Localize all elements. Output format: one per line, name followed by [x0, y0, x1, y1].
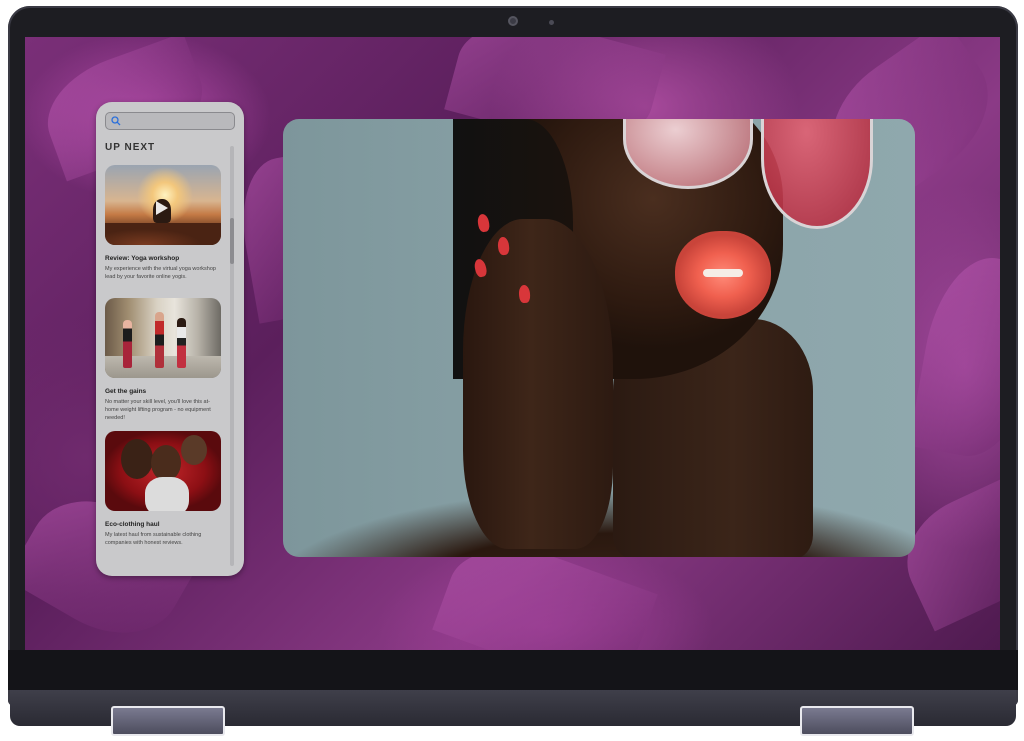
item-title[interactable]: Get the gains	[105, 388, 221, 395]
list-item[interactable]: Eco-clothing haul My latest haul from su…	[105, 431, 221, 547]
play-icon[interactable]	[156, 201, 168, 215]
thumbnail-detail	[105, 223, 221, 245]
item-title[interactable]: Review: Yoga workshop	[105, 255, 221, 262]
thumbnail-detail	[151, 445, 181, 481]
item-description: My latest haul from sustainable clothing…	[105, 532, 202, 546]
thumbnail-detail	[123, 320, 132, 368]
up-next-heading: UP NEXT	[105, 142, 156, 153]
hinge-right	[800, 706, 914, 736]
item-description: No matter your skill level, you'll love …	[105, 399, 211, 421]
thumbnail-detail	[177, 318, 186, 368]
thumbnail-detail	[155, 312, 164, 368]
search-icon	[111, 116, 121, 126]
search-input[interactable]	[105, 112, 235, 130]
video-detail	[703, 269, 743, 277]
thumbnail-yoga[interactable]	[105, 165, 221, 245]
up-next-panel: UP NEXT Review: Yoga workshop My experie…	[96, 102, 244, 576]
thumbnail-detail	[181, 435, 207, 465]
thumbnail-detail	[145, 477, 189, 511]
list-item[interactable]: Review: Yoga workshop My experience with…	[105, 165, 221, 281]
item-description: My experience with the virtual yoga work…	[105, 266, 216, 280]
thumbnail-clothes[interactable]	[105, 431, 221, 511]
wallpaper-leaf	[908, 248, 1000, 466]
sensor-dot	[549, 20, 554, 25]
bottom-bezel	[8, 650, 1018, 690]
scrollbar-thumb[interactable]	[230, 218, 234, 264]
scrollbar[interactable]	[230, 146, 234, 566]
thumbnail-street[interactable]	[105, 298, 221, 378]
video-player[interactable]	[283, 119, 915, 557]
webcam-icon	[508, 16, 518, 26]
item-title[interactable]: Eco-clothing haul	[105, 521, 221, 528]
list-item[interactable]: Get the gains No matter your skill level…	[105, 298, 221, 422]
hinge-left	[111, 706, 225, 736]
thumbnail-detail	[121, 439, 153, 479]
